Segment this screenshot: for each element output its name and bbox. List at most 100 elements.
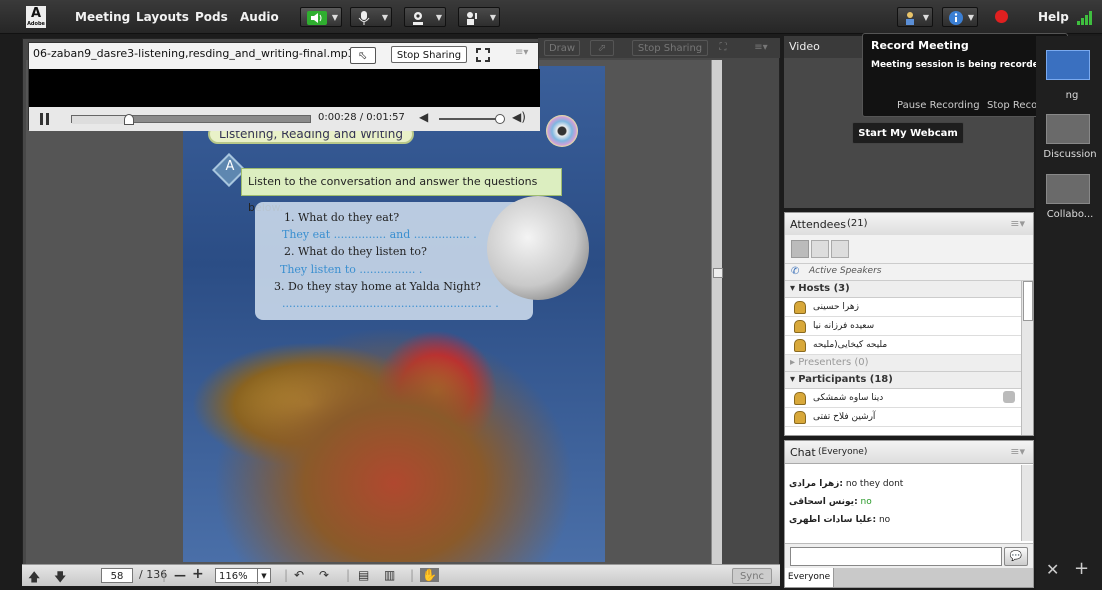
pod-menu-icon[interactable]: ≡▾ bbox=[1010, 217, 1025, 230]
zoom-in-icon[interactable]: + bbox=[192, 566, 204, 582]
grid-view-icon[interactable] bbox=[811, 240, 829, 258]
stop-sharing-button[interactable]: Stop Sharing bbox=[391, 46, 467, 63]
fullscreen-icon[interactable] bbox=[475, 47, 491, 63]
chat-header: Chat (Everyone) ≡▾ bbox=[785, 441, 1033, 464]
attendees-pod: Attendees (21) ≡▾ ✆ Active Speakers ▾ Ho… bbox=[784, 212, 1034, 436]
participants-section[interactable]: ▾ Participants (18) bbox=[785, 372, 1021, 389]
menu-layouts[interactable]: Layouts bbox=[136, 10, 189, 24]
chevron-down-icon: ▼ bbox=[922, 13, 929, 22]
scroll-thumb[interactable] bbox=[1023, 281, 1033, 321]
moon-image bbox=[487, 196, 589, 300]
media-filename: 06-zaban9_dasre3-listening,resding_and_w… bbox=[33, 47, 355, 60]
fit-width-icon[interactable]: ▤ bbox=[358, 568, 369, 582]
yalda-table-image bbox=[183, 300, 605, 562]
participant-row[interactable]: آرشین فلاح تفتی bbox=[785, 408, 1021, 427]
layout-discussion-thumb[interactable] bbox=[1046, 114, 1090, 144]
stop-sharing-button-bg[interactable]: Stop Sharing bbox=[632, 40, 708, 56]
info-button[interactable]: ▼ bbox=[942, 7, 978, 27]
volume-low-icon[interactable]: ◀ bbox=[419, 110, 428, 124]
add-layout-icon[interactable]: + bbox=[1074, 558, 1089, 579]
arrow-down-icon[interactable]: 🡇 bbox=[54, 568, 66, 589]
microphone-button[interactable]: ▼ bbox=[350, 7, 392, 27]
adobe-logo: A Adobe bbox=[26, 6, 46, 28]
chevron-down-icon: ▼ bbox=[489, 13, 496, 22]
info-icon bbox=[949, 11, 963, 25]
send-message-icon[interactable]: 💬 bbox=[1004, 547, 1028, 566]
speaker-icon bbox=[307, 11, 327, 25]
seek-handle[interactable] bbox=[124, 114, 134, 125]
audio-cd-icon bbox=[546, 115, 578, 147]
menu-pods[interactable]: Pods bbox=[195, 10, 228, 24]
chat-tab-everyone[interactable]: Everyone bbox=[785, 568, 834, 587]
list-view-icon[interactable] bbox=[791, 240, 809, 258]
status-view-icon[interactable] bbox=[831, 240, 849, 258]
host-person-icon bbox=[794, 320, 806, 333]
hosts-section[interactable]: ▾ Hosts (3) bbox=[785, 281, 1021, 298]
pod-menu-icon[interactable]: ≡▾ bbox=[1010, 445, 1025, 458]
volume-high-icon[interactable]: ◀) bbox=[512, 110, 526, 124]
video-pod-title: Video bbox=[789, 40, 820, 53]
layout-label-discussion[interactable]: Discussion bbox=[1040, 149, 1100, 160]
triangle-right-icon: ▸ bbox=[790, 357, 799, 368]
divider: | bbox=[162, 568, 167, 582]
record-indicator-icon[interactable] bbox=[995, 10, 1008, 23]
pointer-icon: ⬀ bbox=[597, 43, 607, 54]
layout-label-sharing[interactable]: ng bbox=[1062, 90, 1082, 101]
zoom-select[interactable]: 116% ▼ bbox=[215, 568, 271, 584]
chat-scrollbar[interactable] bbox=[1021, 465, 1033, 541]
raise-hand-button[interactable]: ▼ bbox=[458, 7, 500, 27]
volume-handle[interactable] bbox=[495, 114, 505, 124]
chevron-down-icon: ▼ bbox=[381, 13, 388, 22]
attendees-view-toolbar bbox=[785, 235, 1033, 264]
status-person-icon bbox=[1003, 391, 1015, 403]
layout-sharing-thumb[interactable] bbox=[1046, 50, 1090, 80]
host-row[interactable]: سعیده فرزانه نیا bbox=[785, 317, 1021, 336]
chevron-down-icon[interactable]: ▼ bbox=[257, 569, 270, 584]
speaker-button[interactable]: ▼ bbox=[300, 7, 342, 27]
hand-tool-icon[interactable]: ✋ bbox=[420, 568, 439, 582]
menu-help[interactable]: Help bbox=[1038, 10, 1069, 24]
pause-icon[interactable] bbox=[39, 112, 51, 126]
arrow-up-icon[interactable]: 🡅 bbox=[28, 568, 40, 589]
sync-button[interactable]: Sync bbox=[732, 568, 772, 584]
menu-audio[interactable]: Audio bbox=[240, 10, 279, 24]
triangle-down-icon: ▾ bbox=[790, 374, 799, 385]
layout-collaboration-thumb[interactable] bbox=[1046, 174, 1090, 204]
layout-label-collaboration[interactable]: Collabo... bbox=[1040, 209, 1100, 220]
vertical-scrollbar[interactable] bbox=[711, 60, 723, 564]
participant-row[interactable]: دینا ساوه شمشکی bbox=[785, 389, 1021, 408]
pointer-button[interactable]: ⬁ bbox=[350, 47, 376, 64]
menu-meeting[interactable]: Meeting bbox=[75, 10, 130, 24]
webcam-button[interactable]: ▼ bbox=[404, 7, 446, 27]
draw-button[interactable]: Draw bbox=[544, 40, 580, 56]
page-number-input[interactable]: 58 bbox=[101, 568, 133, 583]
volume-slider[interactable] bbox=[439, 114, 505, 124]
chevron-down-icon: ▼ bbox=[967, 13, 974, 22]
presenters-section[interactable]: ▸ Presenters (0) bbox=[785, 355, 1021, 372]
chat-message: زهرا مرادی: no they dont bbox=[789, 479, 904, 489]
seek-progress bbox=[72, 116, 130, 124]
start-webcam-button[interactable]: Start My Webcam bbox=[852, 122, 964, 144]
zoom-out-icon[interactable]: — bbox=[174, 568, 186, 582]
cursor-button[interactable]: ⬀ bbox=[590, 40, 614, 56]
pod-menu-icon[interactable]: ≡▾ bbox=[515, 47, 528, 58]
question-3: 3. Do they stay home at Yalda Night? bbox=[274, 280, 481, 293]
chat-message: یونس اسحاقی: no bbox=[789, 497, 872, 507]
chat-input[interactable] bbox=[790, 547, 1002, 566]
pause-recording-link[interactable]: Pause Recording bbox=[897, 100, 980, 111]
pod-menu-icon[interactable]: ≡▾ bbox=[752, 40, 770, 56]
tools-icon[interactable]: ✕ bbox=[1046, 560, 1059, 579]
chat-pod: Chat (Everyone) ≡▾ زهرا مرادی: no they d… bbox=[784, 440, 1034, 588]
fit-page-icon[interactable]: ▥ bbox=[384, 568, 395, 582]
rotate-left-icon[interactable]: ↶ bbox=[294, 568, 304, 582]
host-row[interactable]: ملیحه کیخایی(ملیحه bbox=[785, 336, 1021, 355]
instruction-text: Listen to the conversation and answer th… bbox=[241, 168, 562, 214]
attendees-scrollbar[interactable] bbox=[1021, 281, 1033, 435]
seek-bar[interactable] bbox=[71, 114, 311, 125]
host-row[interactable]: زهرا حسینی bbox=[785, 298, 1021, 317]
fullscreen-icon[interactable]: ⛶ bbox=[714, 40, 732, 56]
rotate-right-icon[interactable]: ↷ bbox=[319, 568, 329, 582]
chat-input-row: 💬 bbox=[785, 543, 1033, 568]
scroll-thumb[interactable] bbox=[713, 268, 723, 278]
presenter-button[interactable]: ▼ bbox=[897, 7, 933, 27]
